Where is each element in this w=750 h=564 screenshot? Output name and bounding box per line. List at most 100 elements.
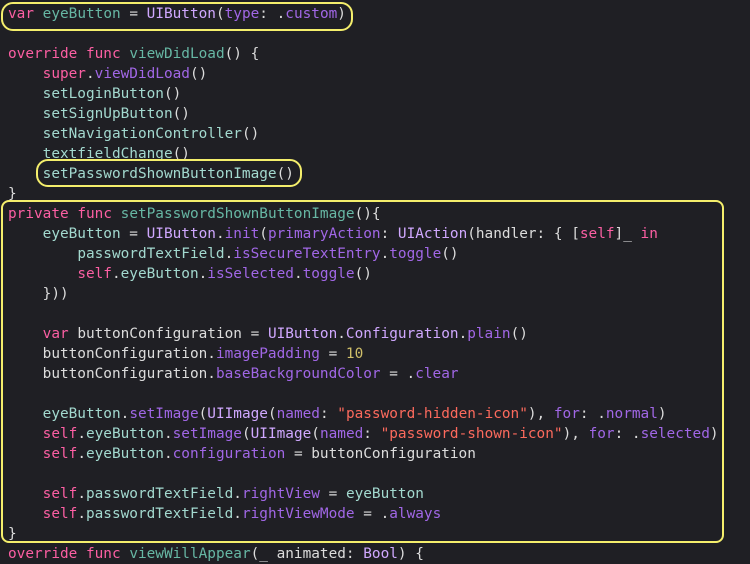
code-token: () xyxy=(172,146,190,162)
code-line: override func viewDidLoad() { xyxy=(8,44,259,64)
code-token: self xyxy=(579,226,615,242)
code-token: (_ animated: xyxy=(250,546,364,562)
code-token: rightViewMode xyxy=(241,506,355,522)
code-token: () xyxy=(441,246,459,262)
code-token: self xyxy=(42,446,78,462)
code-token: setNavigationController xyxy=(42,126,242,142)
code-token: . xyxy=(215,226,225,242)
code-token: ( xyxy=(215,6,225,22)
code-token: . xyxy=(120,406,130,422)
code-token: viewDidLoad xyxy=(129,46,225,62)
code-token: (handler: { [ xyxy=(467,226,580,242)
code-token: clear xyxy=(415,366,459,382)
code-token: ), xyxy=(527,406,554,422)
code-token: func xyxy=(85,546,121,562)
code-token: isSelected xyxy=(207,266,294,282)
code-line: var buttonConfiguration = UIButton.Confi… xyxy=(8,324,528,344)
code-token: viewDidLoad xyxy=(94,66,190,82)
code-token: : xyxy=(319,406,338,422)
code-line: passwordTextField.isSecureTextEntry.togg… xyxy=(8,244,459,264)
code-token: setLoginButton xyxy=(42,86,164,102)
code-line: setNavigationController() xyxy=(8,124,260,144)
code-line: textfieldChange() xyxy=(8,144,190,164)
code-token: = xyxy=(120,226,147,242)
code-token: . xyxy=(458,326,468,342)
code-token: = xyxy=(120,6,147,22)
code-token: Bool xyxy=(363,546,398,562)
code-token: : xyxy=(380,226,398,242)
code-token: baseBackgroundColor xyxy=(215,366,381,382)
code-token: buttonConfiguration = xyxy=(68,326,268,342)
code-token: named xyxy=(276,406,320,422)
code-token: rightView xyxy=(241,486,320,502)
code-token: eyeButton xyxy=(345,486,424,502)
code-token: ) xyxy=(337,6,346,22)
code-token: . xyxy=(163,426,173,442)
code-token: passwordTextField xyxy=(85,486,234,502)
code-token: = . xyxy=(354,506,390,522)
code-token: . xyxy=(163,446,173,462)
code-token: self xyxy=(42,506,78,522)
code-token: always xyxy=(389,506,442,522)
code-token: . xyxy=(337,326,346,342)
code-token: eyeButton xyxy=(42,6,121,22)
code-token: (){ xyxy=(354,206,381,222)
code-token: plain xyxy=(467,326,511,342)
code-line: } xyxy=(8,184,17,204)
code-token: self xyxy=(77,266,112,282)
code-line: setSignUpButton() xyxy=(8,104,190,124)
code-token: UIImage xyxy=(207,406,268,422)
code-token: Configuration xyxy=(345,326,459,342)
code-token: . xyxy=(77,506,86,522)
code-line: eyeButton.setImage(UIImage(named: "passw… xyxy=(8,404,667,424)
code-token: var xyxy=(8,6,34,22)
code-token: . xyxy=(233,486,242,502)
code-editor[interactable]: var eyeButton = UIButton(type: .custom) o… xyxy=(0,0,750,562)
code-token: . xyxy=(380,246,390,262)
code-token: ( xyxy=(267,406,277,422)
code-token: ) { xyxy=(397,546,424,562)
code-token: : . xyxy=(614,426,641,442)
code-line: self.passwordTextField.rightView = eyeBu… xyxy=(8,484,424,504)
code-token: setImage xyxy=(172,426,242,442)
code-line: })) xyxy=(8,284,69,304)
code-token: = . xyxy=(380,366,416,382)
code-token: configuration xyxy=(172,446,286,462)
code-token: func xyxy=(85,46,121,62)
code-token: for xyxy=(588,426,615,442)
code-token: () xyxy=(189,66,208,82)
code-token: "password-hidden-icon" xyxy=(337,406,528,422)
code-line: setPasswordShownButtonImage() xyxy=(8,164,294,184)
code-token: ( xyxy=(241,426,251,442)
code-token: ), xyxy=(562,426,589,442)
code-token: ) xyxy=(709,426,719,442)
code-line: override func viewWillAppear(_ animated:… xyxy=(8,544,424,564)
code-token: ( xyxy=(259,226,268,242)
code-token: () xyxy=(354,266,372,282)
code-line: var eyeButton = UIButton(type: .custom) xyxy=(8,4,346,24)
code-token: imagePadding xyxy=(215,346,320,362)
code-token: type xyxy=(224,6,260,22)
code-token: () xyxy=(276,166,294,182)
code-token: = buttonConfiguration xyxy=(285,446,476,462)
code-token: toggle xyxy=(302,266,355,282)
code-token: self xyxy=(42,486,78,502)
code-token: eyeButton xyxy=(85,446,164,462)
code-token: setPasswordShownButtonImage xyxy=(42,166,277,182)
code-token: . xyxy=(77,486,86,502)
code-token: normal xyxy=(605,406,658,422)
code-token: viewWillAppear xyxy=(129,546,251,562)
code-token: init xyxy=(224,226,260,242)
code-token: . xyxy=(198,266,208,282)
